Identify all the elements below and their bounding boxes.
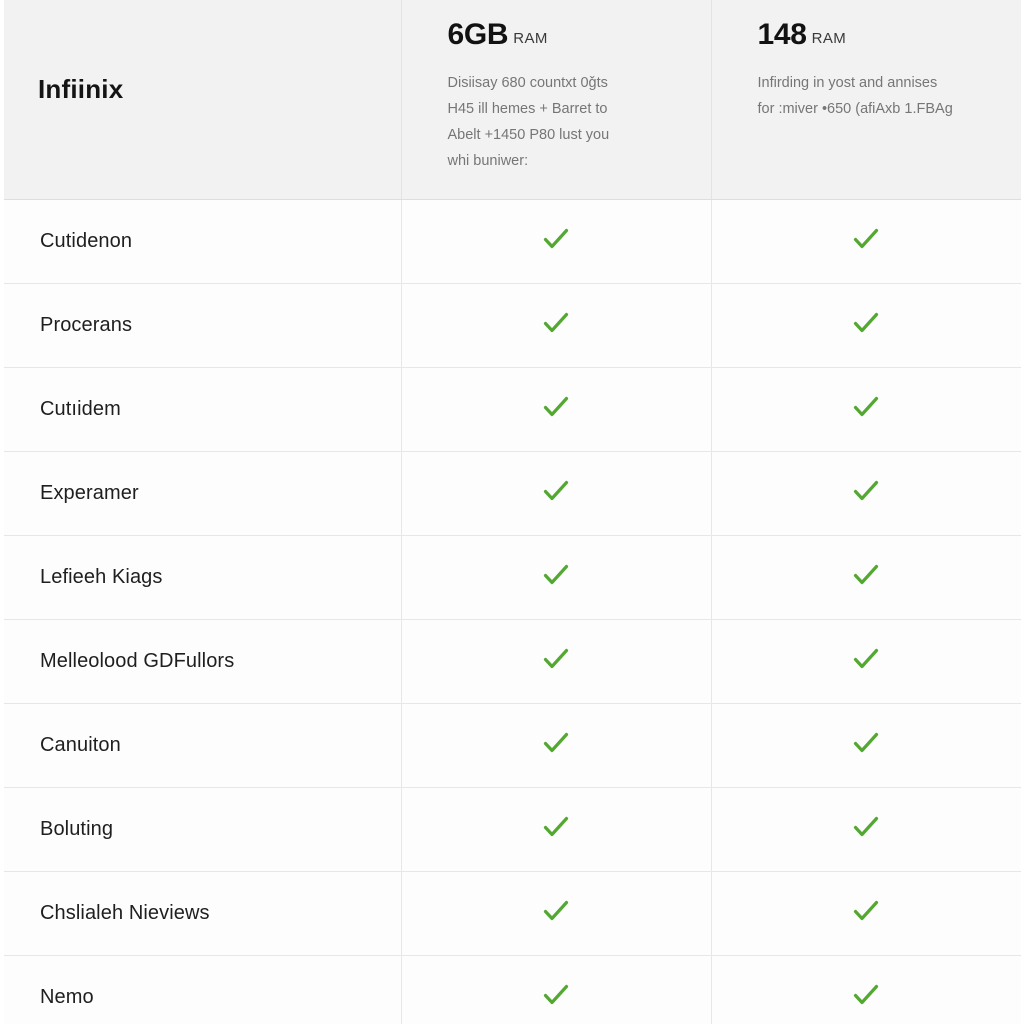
table-row: Canuiton — [4, 703, 1021, 788]
plan-1-value-cell[interactable] — [401, 703, 712, 788]
plan-1-value-cell[interactable] — [401, 955, 712, 1024]
plan-description-line: H45 ill hemes + Barret to — [447, 101, 608, 117]
plan-unit-1: RAM — [513, 30, 548, 47]
feature-label-cell: Procerans — [4, 283, 402, 368]
plan-header-cell-1[interactable]: 6GB RAM Disiisay 680 countxt 0ǧts H45 ill… — [401, 0, 712, 200]
table-header: Infiinix 6GB RAM Disiisay 680 countxt 0ǧt… — [4, 0, 1022, 200]
table-row: Cutidenon — [4, 199, 1021, 284]
check-icon — [541, 980, 571, 1010]
feature-label: Cutidenon — [40, 229, 133, 252]
table-row: Cutıidem — [4, 367, 1021, 452]
plan-2-value-cell[interactable] — [711, 619, 1021, 704]
plan-1-value-cell[interactable] — [401, 451, 712, 536]
table-row: Procerans — [4, 283, 1021, 368]
plan-1-value-cell[interactable] — [401, 871, 712, 956]
plan-2-value-cell[interactable] — [711, 283, 1021, 368]
plan-unit-2: RAM — [811, 30, 847, 47]
plan-title-2: 148 RAM — [758, 20, 994, 50]
comparison-table: Infiinix 6GB RAM Disiisay 680 countxt 0ǧt… — [4, 0, 1021, 1024]
check-icon — [541, 812, 571, 842]
plan-description-line: Disiisay 680 countxt 0ǧts — [447, 75, 608, 91]
brand-block: Infiinix — [4, 0, 401, 102]
check-icon — [541, 560, 571, 590]
plan-2-value-cell[interactable] — [711, 955, 1021, 1024]
check-icon — [541, 476, 571, 506]
plan-2-value-cell[interactable] — [711, 199, 1021, 284]
plan-description-line: Abelt +1450 P80 lust you — [447, 127, 610, 143]
plan-1-value-cell[interactable] — [401, 283, 712, 368]
plan-description-line: Infirding in yost and annises — [757, 75, 938, 91]
table-row: Lefieeh Kiags — [4, 535, 1021, 620]
table-row: Boluting — [4, 787, 1021, 872]
plan-title-1: 6GB RAM — [448, 20, 683, 50]
check-icon — [851, 980, 881, 1010]
feature-label: Experamer — [40, 481, 139, 504]
check-icon — [851, 560, 881, 590]
feature-label: Cutıidem — [40, 397, 121, 420]
check-icon — [851, 896, 881, 926]
table-body: Cutidenon Procerans Cutıidem Experamer L… — [4, 199, 1021, 1024]
feature-label-cell: Experamer — [4, 451, 402, 536]
feature-label-cell: Cutıidem — [4, 367, 402, 452]
check-icon — [851, 392, 881, 422]
plan-2-value-cell[interactable] — [711, 871, 1021, 956]
plan-1-value-cell[interactable] — [401, 787, 712, 872]
plan-block-2: 148 RAM Infirding in yost and annises for… — [712, 0, 1022, 122]
plan-amount-1: 6GB — [447, 18, 509, 51]
check-icon — [851, 812, 881, 842]
plan-1-value-cell[interactable] — [401, 199, 712, 284]
feature-label: Melleolood GDFullors — [40, 649, 235, 672]
table-row: Nemo — [4, 955, 1021, 1024]
plan-2-value-cell[interactable] — [711, 703, 1021, 788]
feature-label-cell: Chslialeh Nieviews — [4, 871, 402, 956]
check-icon — [541, 728, 571, 758]
plan-description-2: Infirding in yost and annises for :miver… — [758, 70, 994, 122]
plan-2-value-cell[interactable] — [711, 787, 1021, 872]
plan-2-value-cell[interactable] — [711, 367, 1021, 452]
plan-1-value-cell[interactable] — [401, 619, 712, 704]
feature-label-cell: Nemo — [4, 955, 402, 1024]
feature-label-cell: Melleolood GDFullors — [4, 619, 402, 704]
table-row: Chslialeh Nieviews — [4, 871, 1021, 956]
plan-amount-2: 148 — [757, 18, 807, 51]
feature-label: Boluting — [40, 817, 114, 840]
check-icon — [541, 644, 571, 674]
table-row: Experamer — [4, 451, 1021, 536]
feature-label-cell: Canuiton — [4, 703, 402, 788]
check-icon — [541, 896, 571, 926]
check-icon — [851, 728, 881, 758]
check-icon — [541, 224, 571, 254]
comparison-page: Infiinix 6GB RAM Disiisay 680 countxt 0ǧt… — [0, 0, 1024, 1024]
table-row: Melleolood GDFullors — [4, 619, 1021, 704]
feature-label: Chslialeh Nieviews — [40, 901, 210, 924]
plan-header-cell-2[interactable]: 148 RAM Infirding in yost and annises for… — [711, 0, 1022, 200]
plan-2-value-cell[interactable] — [711, 535, 1021, 620]
feature-label-cell: Lefieeh Kiags — [4, 535, 402, 620]
plan-description-line: whi buniwer: — [447, 153, 529, 169]
brand-name: Infiinix — [38, 74, 124, 104]
feature-label: Procerans — [40, 313, 133, 336]
feature-label-cell: Cutidenon — [4, 199, 402, 284]
check-icon — [851, 224, 881, 254]
feature-label: Canuiton — [40, 733, 121, 756]
check-icon — [541, 308, 571, 338]
check-icon — [851, 644, 881, 674]
brand-header-cell: Infiinix — [4, 0, 402, 200]
feature-label-cell: Boluting — [4, 787, 402, 872]
plan-description-1: Disiisay 680 countxt 0ǧts H45 ill hemes … — [448, 70, 683, 174]
header-row: Infiinix 6GB RAM Disiisay 680 countxt 0ǧt… — [4, 0, 1022, 200]
feature-label: Nemo — [40, 985, 94, 1008]
plan-1-value-cell[interactable] — [401, 535, 712, 620]
plan-block-1: 6GB RAM Disiisay 680 countxt 0ǧts H45 ill… — [402, 0, 711, 174]
check-icon — [851, 476, 881, 506]
feature-label: Lefieeh Kiags — [40, 565, 163, 588]
check-icon — [541, 392, 571, 422]
plan-description-line: for :miver •650 (afiAxb 1.FBAg — [757, 101, 953, 117]
plan-1-value-cell[interactable] — [401, 367, 712, 452]
plan-2-value-cell[interactable] — [711, 451, 1021, 536]
check-icon — [851, 308, 881, 338]
